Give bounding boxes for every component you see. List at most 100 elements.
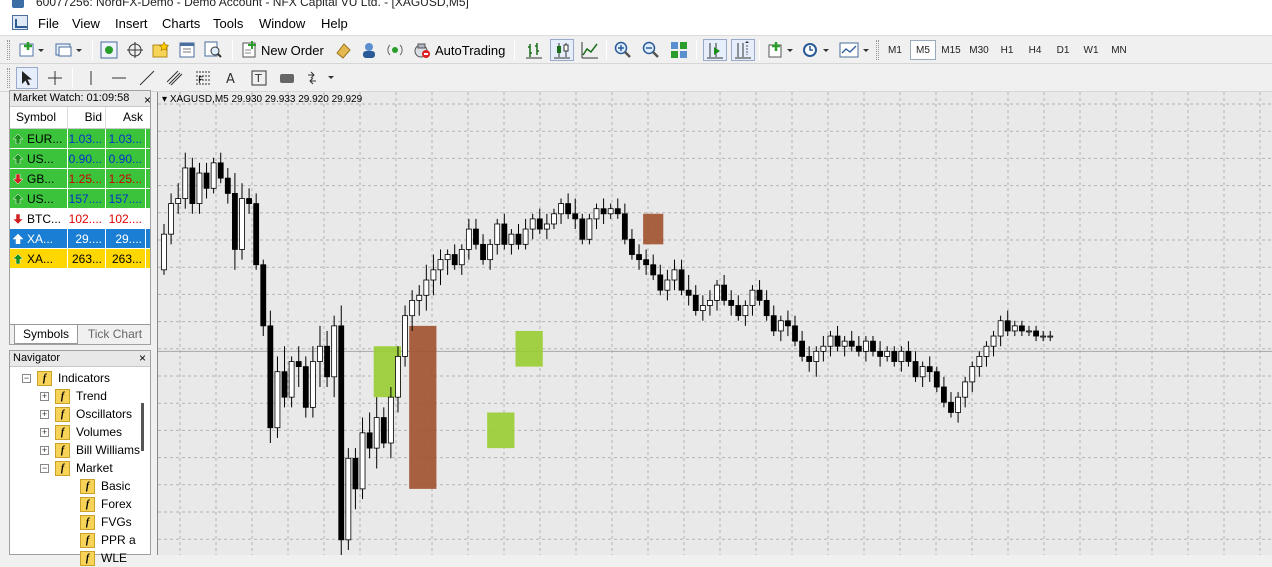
nav-item-volumes[interactable]: + f Volumes: [40, 423, 122, 441]
timeframe-h4-button[interactable]: H4: [1022, 40, 1048, 60]
tree-expander-icon[interactable]: +: [40, 409, 49, 419]
nav-item-market[interactable]: − f Market: [40, 459, 113, 477]
bullish-candle: [671, 269, 678, 281]
nav-item-oscillators[interactable]: + f Oscillators: [40, 405, 132, 423]
col-symbol[interactable]: Symbol: [10, 107, 68, 128]
tab-symbols[interactable]: Symbols: [14, 325, 78, 344]
market-button[interactable]: [384, 39, 406, 61]
bar-chart-button[interactable]: [522, 39, 546, 61]
timeframe-mn-button[interactable]: MN: [1106, 40, 1132, 60]
market-watch-row[interactable]: XA... 263... 263...: [10, 249, 150, 269]
market-watch-row[interactable]: EUR... 1.03... 1.03...: [10, 129, 150, 149]
tree-expander-icon[interactable]: +: [40, 427, 49, 437]
bearish-candle: [1004, 320, 1011, 332]
market-watch-close-icon[interactable]: ×: [144, 93, 151, 107]
menu-tools[interactable]: Tools: [213, 16, 243, 31]
nav-item-fvgs[interactable]: f FVGs: [80, 513, 132, 531]
equidistant-channel-button[interactable]: [164, 67, 186, 89]
menu-charts[interactable]: Charts: [162, 16, 200, 31]
nav-item-trend[interactable]: + f Trend: [40, 387, 107, 405]
timeframe-d1-button[interactable]: D1: [1050, 40, 1076, 60]
trendline-button[interactable]: [136, 67, 158, 89]
fibonacci-button[interactable]: F: [192, 67, 214, 89]
horizontal-line-button[interactable]: [108, 67, 130, 89]
menu-insert[interactable]: Insert: [115, 16, 148, 31]
menu-window[interactable]: Window: [259, 16, 305, 31]
menu-file[interactable]: File: [38, 16, 59, 31]
tree-expander-icon[interactable]: −: [40, 463, 49, 473]
toolbar-grip-2[interactable]: [7, 68, 10, 88]
bearish-candle: [728, 299, 735, 306]
tile-windows-button[interactable]: [668, 39, 690, 61]
nav-item-indicators[interactable]: − f Indicators: [22, 369, 110, 387]
chart-window[interactable]: ▾ XAGUSD,M5 29.930 29.933 29.920 29.929: [157, 92, 1272, 556]
nav-item-forex[interactable]: f Forex: [80, 495, 132, 513]
cursor-button[interactable]: [16, 67, 38, 89]
tree-expander-icon[interactable]: +: [40, 445, 49, 455]
signals-button[interactable]: [358, 39, 380, 61]
text-label-button[interactable]: T: [248, 67, 270, 89]
timeframe-m1-button[interactable]: M1: [882, 40, 908, 60]
templates-button[interactable]: [838, 39, 872, 61]
auto-scroll-button[interactable]: [703, 39, 727, 61]
chart-shift-icon: [735, 41, 751, 59]
price-down-arrow-icon: [13, 173, 23, 184]
market-watch-row[interactable]: XA... 29.... 29....: [10, 229, 150, 249]
chart-shift-button[interactable]: [731, 39, 755, 61]
crosshair-button[interactable]: [44, 67, 66, 89]
line-chart-button[interactable]: [578, 39, 602, 61]
menu-help[interactable]: Help: [321, 16, 348, 31]
bearish-candle: [338, 325, 345, 541]
navigator-button[interactable]: [150, 39, 172, 61]
metaeditor-button[interactable]: [332, 39, 354, 61]
nav-item-wle[interactable]: f WLE: [80, 549, 127, 567]
profiles-button[interactable]: [52, 39, 86, 61]
candlestick-chart-button[interactable]: [550, 39, 574, 61]
market-watch-row[interactable]: US... 0.90... 0.90...: [10, 149, 150, 169]
market-watch-toggle-button[interactable]: [98, 39, 120, 61]
nav-item-basic[interactable]: f Basic: [80, 477, 130, 495]
timeframe-w1-button[interactable]: W1: [1078, 40, 1104, 60]
col-bid[interactable]: Bid: [68, 107, 106, 128]
market-watch-row[interactable]: GB... 1.25... 1.25...: [10, 169, 150, 189]
terminal-button[interactable]: [176, 39, 198, 61]
bearish-candle: [912, 361, 919, 378]
text-button[interactable]: A: [220, 67, 242, 89]
data-window-button[interactable]: [124, 39, 146, 61]
tree-expander-icon[interactable]: −: [22, 373, 31, 383]
zoom-out-button[interactable]: [640, 39, 662, 61]
navigator-title: Navigator: [13, 352, 61, 364]
zoom-in-button[interactable]: [612, 39, 634, 61]
menu-view[interactable]: View: [72, 16, 100, 31]
nav-item-bill-williams[interactable]: + f Bill Williams: [40, 441, 140, 459]
nav-item-ppr-a[interactable]: f PPR a: [80, 531, 136, 549]
timeframe-m30-button[interactable]: M30: [966, 40, 992, 60]
navigator-scrollbar[interactable]: [141, 403, 144, 451]
indicators-list-button[interactable]: [766, 39, 796, 61]
col-ask[interactable]: Ask: [106, 107, 146, 128]
chart-dropdown-icon[interactable]: ▾: [162, 94, 167, 105]
bid-cell: 29....: [68, 229, 106, 248]
autotrading-button[interactable]: AutoTrading: [412, 39, 508, 61]
periods-button[interactable]: [800, 39, 832, 61]
timeframe-m5-button[interactable]: M5: [910, 40, 936, 60]
market-watch-row[interactable]: BTC... 102.... 102....: [10, 209, 150, 229]
navigator-close-icon[interactable]: ×: [139, 351, 146, 366]
tab-tick-chart[interactable]: Tick Chart: [80, 325, 150, 344]
price-chart[interactable]: [158, 92, 1272, 556]
new-chart-button[interactable]: [17, 39, 47, 61]
toolbar-grip[interactable]: [7, 40, 10, 60]
new-order-button[interactable]: New Order: [240, 39, 328, 61]
rectangle-button[interactable]: [276, 67, 298, 89]
chart-window-icon[interactable]: [12, 15, 28, 30]
arrows-button[interactable]: [304, 67, 338, 89]
bearish-candle: [536, 218, 543, 230]
market-watch-row[interactable]: US... 157.... 157....: [10, 189, 150, 209]
bearish-candle: [692, 294, 699, 311]
tree-expander-icon[interactable]: +: [40, 391, 49, 401]
strategy-tester-button[interactable]: [202, 39, 224, 61]
vertical-line-button[interactable]: [80, 67, 102, 89]
symbol-cell: US...: [10, 189, 68, 208]
timeframe-m15-button[interactable]: M15: [938, 40, 964, 60]
timeframe-h1-button[interactable]: H1: [994, 40, 1020, 60]
